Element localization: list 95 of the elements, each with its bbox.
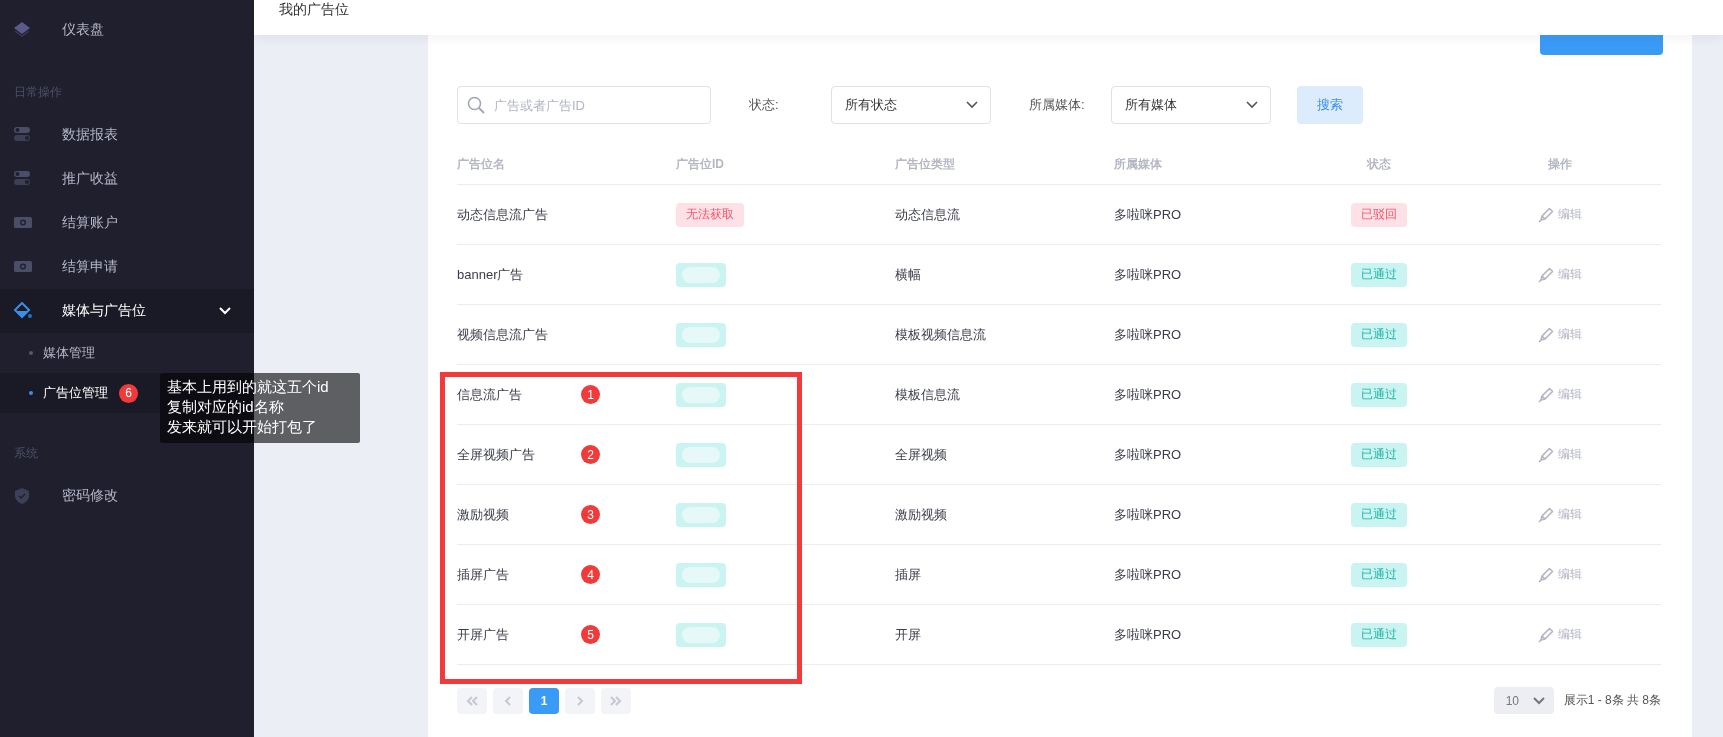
sidebar-subitem[interactable]: 广告位管理 6 bbox=[0, 373, 160, 413]
redacted-id-tag bbox=[676, 442, 726, 467]
table-cell: 多啦咪PRO bbox=[1114, 265, 1182, 284]
page-summary: 展示1 - 8条 共 8条 bbox=[1563, 692, 1661, 709]
table-cell: 模板信息流 bbox=[895, 385, 960, 404]
table-cell-text: 视频信息流广告 bbox=[457, 325, 549, 344]
bullet-icon bbox=[29, 351, 33, 355]
redacted-id-tag bbox=[676, 382, 726, 407]
bucket-icon bbox=[13, 302, 33, 320]
redacted-id-tag bbox=[676, 562, 726, 587]
column-header: 广告位ID bbox=[676, 156, 725, 173]
previous-page-button[interactable] bbox=[493, 687, 523, 714]
number-marker: 6 bbox=[119, 383, 138, 403]
pencil-icon bbox=[1538, 326, 1554, 343]
pencil-icon bbox=[1538, 626, 1554, 643]
column-header: 操作 bbox=[1548, 156, 1572, 173]
pencil-icon bbox=[1538, 386, 1554, 403]
table-cell: 多啦咪PRO bbox=[1114, 385, 1182, 404]
status-tag: 已通过 bbox=[1351, 502, 1407, 527]
toggle-icon bbox=[13, 126, 33, 144]
table-cell-text: 激励视频 bbox=[457, 505, 510, 524]
table-cell: 多啦咪PRO bbox=[1114, 325, 1182, 344]
table-cell-text: 插屏广告 bbox=[457, 565, 510, 584]
sidebar-item[interactable]: 密码修改 bbox=[0, 474, 254, 518]
column-header: 所属媒体 bbox=[1114, 156, 1163, 173]
column-header: 广告位名 bbox=[457, 156, 506, 173]
table-cell: 模板视频信息流 bbox=[895, 325, 986, 344]
table-cell: 多啦咪PRO bbox=[1114, 505, 1182, 524]
table-cell-text: 信息流广告 bbox=[457, 385, 523, 404]
table-cell: 开屏 bbox=[895, 625, 921, 644]
note-text: 基本上用到的就这五个id bbox=[167, 377, 330, 397]
table-cell-text: banner广告 bbox=[457, 265, 525, 284]
column-header: 广告位类型 bbox=[895, 156, 956, 173]
table-cell-text: 动态信息流广告 bbox=[457, 205, 549, 224]
status-tag: 已通过 bbox=[1351, 382, 1407, 407]
table-cell: 激励视频 bbox=[895, 505, 947, 524]
status-tag: 已通过 bbox=[1351, 322, 1407, 347]
first-page-icon bbox=[466, 694, 478, 707]
bullet-icon bbox=[29, 391, 33, 395]
sidebar-item[interactable]: 数据报表 bbox=[0, 113, 254, 157]
new-button[interactable] bbox=[1540, 35, 1663, 55]
number-marker: 4 bbox=[581, 565, 600, 584]
previous-page-icon bbox=[502, 694, 514, 707]
number-marker: 2 bbox=[581, 445, 600, 464]
sidebar-item[interactable]: 推广收益 bbox=[0, 157, 254, 201]
status-tag: 已通过 bbox=[1351, 262, 1407, 287]
dropdown[interactable]: 所有媒体 bbox=[1111, 86, 1271, 124]
table-cell: 多啦咪PRO bbox=[1114, 205, 1182, 224]
first-page-button[interactable] bbox=[457, 687, 487, 714]
filter-label: 所属媒体: bbox=[1029, 96, 1086, 114]
page-size-dropdown[interactable]: 10 bbox=[1493, 687, 1554, 714]
sidebar-item[interactable]: 结算账户 bbox=[0, 201, 254, 245]
page-title: 我的广告位 bbox=[279, 0, 349, 19]
table-cell: 多啦咪PRO bbox=[1114, 565, 1182, 584]
last-page-icon bbox=[610, 694, 622, 707]
table-cell: 全屏视频 bbox=[895, 445, 947, 464]
note-text: 发来就可以开始打包了 bbox=[167, 417, 318, 437]
sidebar-item[interactable]: 仪表盘 bbox=[0, 8, 254, 52]
sidebar-subitem[interactable]: 媒体管理 bbox=[0, 333, 254, 373]
pencil-icon bbox=[1538, 566, 1554, 583]
number-marker: 3 bbox=[581, 505, 600, 524]
dropdown[interactable]: 所有状态 bbox=[831, 86, 991, 124]
status-tag: 已通过 bbox=[1351, 442, 1407, 467]
table-cell: 横幅 bbox=[895, 265, 921, 284]
filter-label: 状态: bbox=[749, 96, 780, 114]
note-text: 复制对应的id名称 bbox=[167, 397, 285, 417]
sidebar-item[interactable]: 结算申请 bbox=[0, 245, 254, 289]
redacted-id-tag bbox=[676, 322, 726, 347]
number-marker: 5 bbox=[581, 625, 600, 644]
table-cell: 多啦咪PRO bbox=[1114, 625, 1182, 644]
table-cell: 动态信息流 bbox=[895, 205, 960, 224]
pencil-icon bbox=[1538, 206, 1554, 223]
pencil-icon bbox=[1538, 266, 1554, 283]
redacted-id-tag bbox=[676, 262, 726, 287]
pencil-icon bbox=[1538, 446, 1554, 463]
sidebar-item[interactable]: 媒体与广告位 bbox=[0, 289, 254, 333]
redacted-id-tag bbox=[676, 622, 726, 647]
table-cell-text: 全屏视频广告 bbox=[457, 445, 536, 464]
pencil-icon bbox=[1538, 506, 1554, 523]
status-tag: 已通过 bbox=[1351, 622, 1407, 647]
table-cell: 插屏 bbox=[895, 565, 921, 584]
column-header: 状态 bbox=[1367, 156, 1391, 173]
next-page-button[interactable] bbox=[565, 687, 595, 714]
status-tag: 已驳回 bbox=[1351, 202, 1407, 227]
id-tag: 无法获取 bbox=[676, 202, 744, 227]
redacted-id-tag bbox=[676, 502, 726, 527]
table-cell: 多啦咪PRO bbox=[1114, 445, 1182, 464]
next-page-icon bbox=[574, 694, 586, 707]
toggle-icon bbox=[13, 170, 33, 188]
last-page-button[interactable] bbox=[601, 687, 631, 714]
number-marker: 1 bbox=[581, 385, 600, 404]
search-icon bbox=[467, 96, 485, 114]
search-field[interactable]: 广告或者广告ID bbox=[457, 86, 711, 124]
status-tag: 已通过 bbox=[1351, 562, 1407, 587]
table-cell-text: 开屏广告 bbox=[457, 625, 510, 644]
